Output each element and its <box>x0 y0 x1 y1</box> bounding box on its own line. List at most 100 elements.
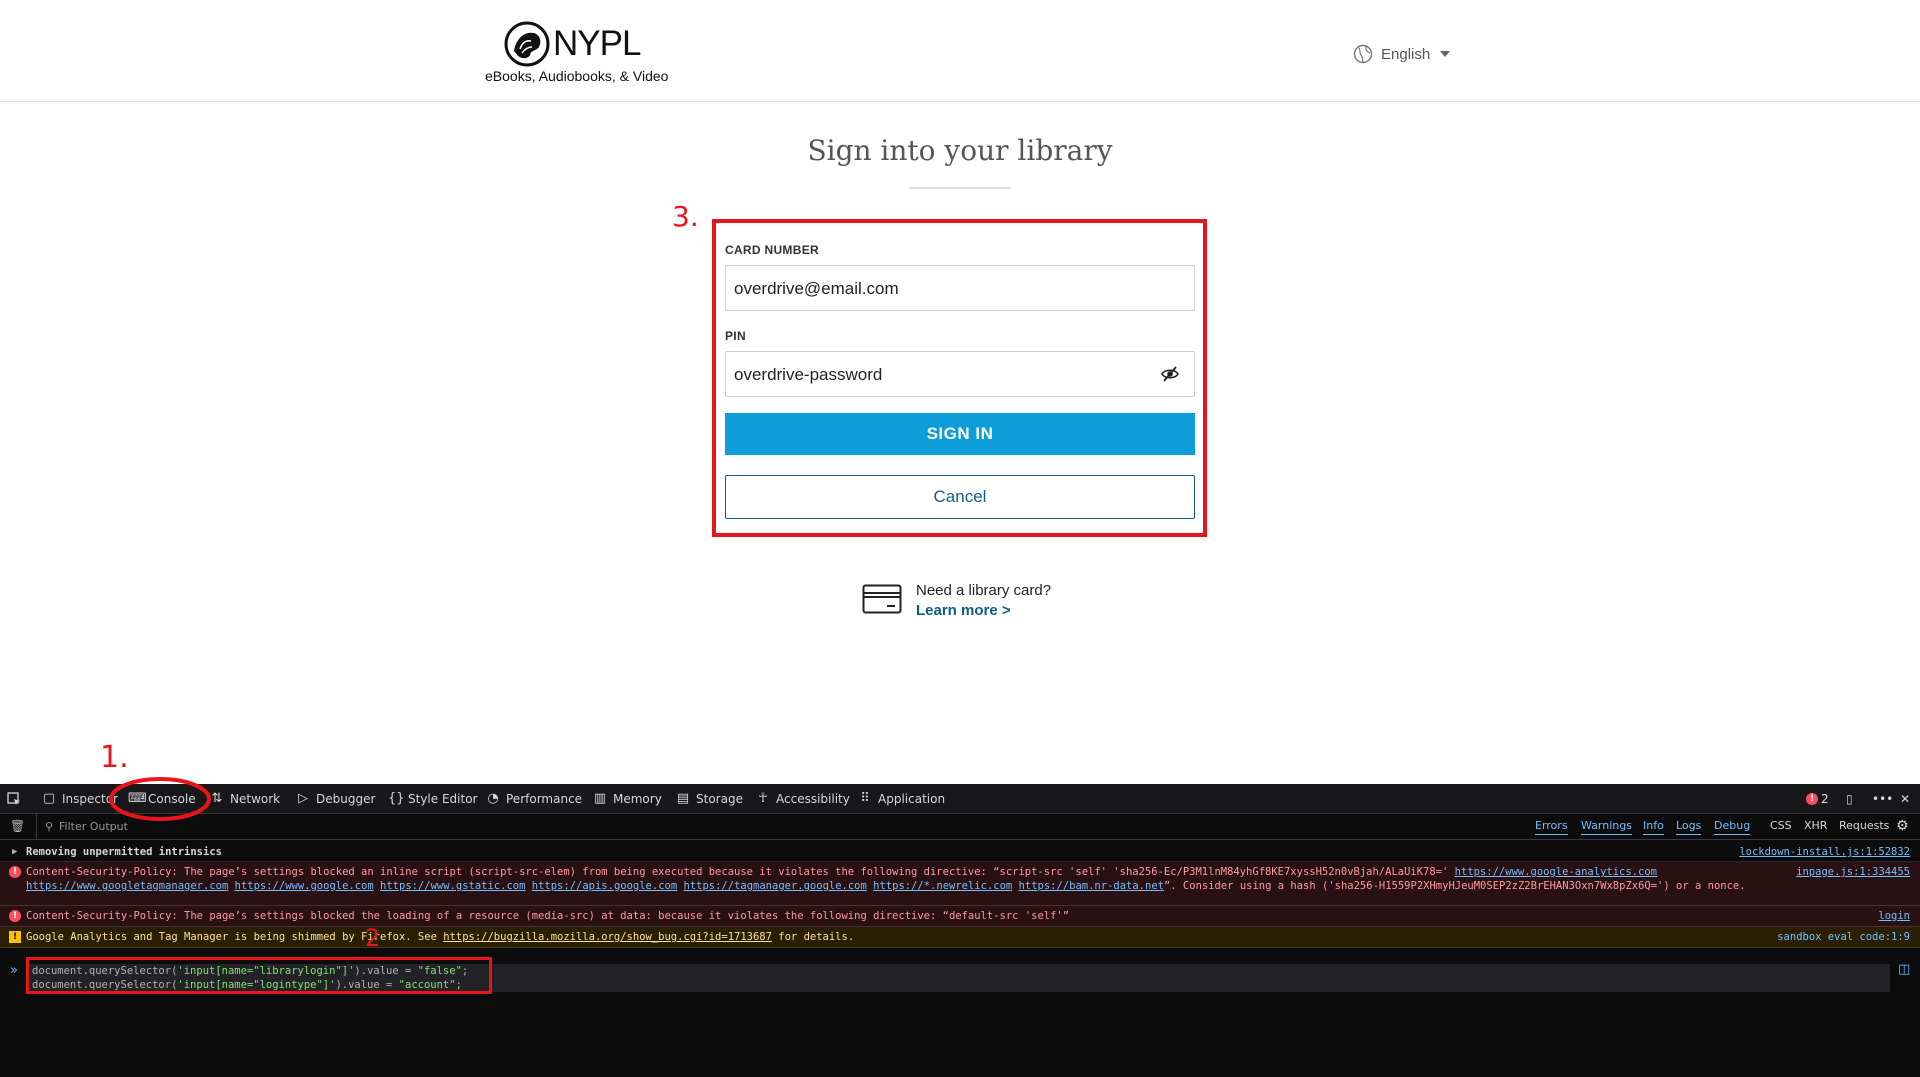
memory-icon: ▥ <box>593 791 607 806</box>
site-header: NYPL eBooks, Audiobooks, & Video English <box>0 0 1920 102</box>
annotation-step-3: 3. <box>672 200 699 233</box>
language-selector[interactable]: English <box>1353 42 1451 66</box>
error-icon: ! <box>1806 793 1818 805</box>
tab-accessibility[interactable]: ☥ Accessibility <box>756 784 850 814</box>
tab-performance[interactable]: ◔ Performance <box>486 784 582 814</box>
tab-memory[interactable]: ▥ Memory <box>593 784 662 814</box>
application-icon: ⠿ <box>860 791 870 806</box>
error-icon: ! <box>9 866 21 878</box>
logo-name: NYPL <box>553 24 641 63</box>
filter-input[interactable]: ⚲ Filter Output <box>36 814 1436 840</box>
globe-icon <box>1353 44 1373 64</box>
tab-inspector[interactable]: ▢ Inspector <box>42 784 118 814</box>
more-options-button[interactable]: ••• <box>1872 784 1893 814</box>
page: NYPL eBooks, Audiobooks, & Video English… <box>0 0 1920 1077</box>
message-text-post: ”. Consider using a hash ('sha256-H1559P… <box>1163 880 1746 892</box>
pin-label: PIN <box>725 329 746 343</box>
tab-style-editor[interactable]: {} Style Editor <box>388 784 477 814</box>
element-picker-button[interactable] <box>6 784 22 814</box>
settings-gear-icon[interactable]: ⚙ <box>1896 818 1909 834</box>
inspector-icon: ▢ <box>42 791 56 806</box>
debugger-icon: ▷ <box>298 791 308 806</box>
close-icon: ✕ <box>1900 792 1911 806</box>
annotation-code-highlight <box>26 957 492 994</box>
message-text-pre: Content-Security-Policy: The page’s sett… <box>26 866 1455 878</box>
learn-more-link[interactable]: Learn more > <box>916 602 1011 619</box>
dock-icon: ▯ <box>1846 792 1853 806</box>
csp-link[interactable]: https://bam.nr-data.net <box>1019 880 1164 892</box>
card-number-field[interactable]: overdrive@email.com <box>725 265 1195 311</box>
devtools-panel: ▢ Inspector ⌨ Console ⇅ Network ▷ Debugger {… <box>0 784 1920 1077</box>
filter-xhr[interactable]: XHR <box>1804 819 1827 835</box>
message-text-post: for details. <box>771 931 855 943</box>
tab-performance-label: Performance <box>506 792 583 806</box>
annotation-step-1: 1. <box>100 740 129 775</box>
csp-link[interactable]: https://www.googletagmanager.com <box>26 880 228 892</box>
pin-field[interactable]: overdrive-password <box>725 351 1195 397</box>
message-source[interactable]: lockdown-install.js:1:52832 <box>1739 845 1910 859</box>
error-counter[interactable]: ! 2 <box>1806 784 1829 814</box>
message-text: Content-Security-Policy: The page’s sett… <box>26 910 1070 922</box>
sign-in-button[interactable]: SIGN IN <box>725 413 1195 455</box>
message-source[interactable]: login <box>1878 909 1910 923</box>
devtools-toolbar: ▢ Inspector ⌨ Console ⇅ Network ▷ Debugger {… <box>0 784 1920 814</box>
console-message-warning: ! Google Analytics and Tag Manager is be… <box>0 927 1920 948</box>
error-icon: ! <box>9 910 21 922</box>
close-devtools-button[interactable]: ✕ <box>1900 784 1910 814</box>
error-count: 2 <box>1821 792 1829 806</box>
filter-icon: ⚲ <box>45 820 54 833</box>
tab-memory-label: Memory <box>613 792 662 806</box>
card-number-label: CARD NUMBER <box>725 243 819 257</box>
more-icon: ••• <box>1872 792 1894 806</box>
tab-storage-label: Storage <box>696 792 743 806</box>
page-title: Sign into your library <box>807 134 1113 167</box>
filter-info[interactable]: Info <box>1643 819 1664 835</box>
console-message-error: ! Content-Security-Policy: The page’s se… <box>0 906 1920 927</box>
editor-mode-icon[interactable]: ◫ <box>1898 962 1910 977</box>
credit-card-icon <box>862 584 902 614</box>
performance-icon: ◔ <box>487 791 499 806</box>
card-number-value: overdrive@email.com <box>734 279 899 298</box>
csp-link[interactable]: https://*.newrelic.com <box>873 880 1012 892</box>
tab-network-label: Network <box>230 792 281 806</box>
csp-link[interactable]: https://tagmanager.google.com <box>684 880 867 892</box>
pin-value: overdrive-password <box>734 365 883 384</box>
message-source[interactable]: sandbox eval code:1:9 <box>1777 930 1910 944</box>
filter-warnings[interactable]: Warnings <box>1581 819 1632 835</box>
csp-link[interactable]: https://www.google.com <box>235 880 374 892</box>
language-label: English <box>1381 45 1431 63</box>
message-text: Content-Security-Policy: The page’s sett… <box>26 865 1770 893</box>
message-text: Removing unpermitted intrinsics <box>26 846 222 858</box>
bugzilla-link[interactable]: https://bugzilla.mozilla.org/show_bug.cg… <box>443 931 772 943</box>
csp-link[interactable]: https://www.gstatic.com <box>380 880 525 892</box>
console-message-log: ▶ Removing unpermitted intrinsics lockdo… <box>0 842 1920 862</box>
console-message-error: ! Content-Security-Policy: The page’s se… <box>0 862 1920 906</box>
message-text: Google Analytics and Tag Manager is bein… <box>26 930 1770 944</box>
trash-icon[interactable]: 🗑 <box>10 819 25 833</box>
filter-css[interactable]: CSS <box>1770 819 1792 835</box>
tab-application[interactable]: ⠿ Application <box>858 784 945 814</box>
csp-link[interactable]: https://apis.google.com <box>532 880 677 892</box>
csp-link[interactable]: https://www.google-analytics.com <box>1455 866 1657 878</box>
eye-slash-icon[interactable] <box>1160 364 1180 384</box>
tab-debugger[interactable]: ▷ Debugger <box>296 784 375 814</box>
annotation-step-2: 2 <box>365 924 381 952</box>
filter-errors[interactable]: Errors <box>1535 819 1568 835</box>
title-divider <box>909 187 1011 189</box>
expand-triangle-icon[interactable]: ▶ <box>12 845 17 859</box>
tab-storage[interactable]: ▤ Storage <box>676 784 743 814</box>
cancel-button[interactable]: Cancel <box>725 475 1195 519</box>
need-card-text: Need a library card? <box>916 582 1052 599</box>
storage-icon: ▤ <box>676 791 690 806</box>
filter-requests[interactable]: Requests <box>1839 819 1889 835</box>
nypl-logo[interactable]: NYPL eBooks, Audiobooks, & Video <box>485 20 675 86</box>
tab-application-label: Application <box>878 792 946 806</box>
tab-network[interactable]: ⇅ Network <box>210 784 281 814</box>
console-filter-bar: 🗑 ⚲ Filter Output Errors Warnings Info L… <box>0 814 1920 840</box>
dock-button[interactable]: ▯ <box>1846 784 1853 814</box>
message-source[interactable]: inpage.js:1:334455 <box>1796 865 1910 879</box>
logo-tagline: eBooks, Audiobooks, & Video <box>485 68 669 84</box>
message-text-pre: Google Analytics and Tag Manager is bein… <box>26 931 444 943</box>
filter-logs[interactable]: Logs <box>1676 819 1702 835</box>
filter-debug[interactable]: Debug <box>1714 819 1751 835</box>
